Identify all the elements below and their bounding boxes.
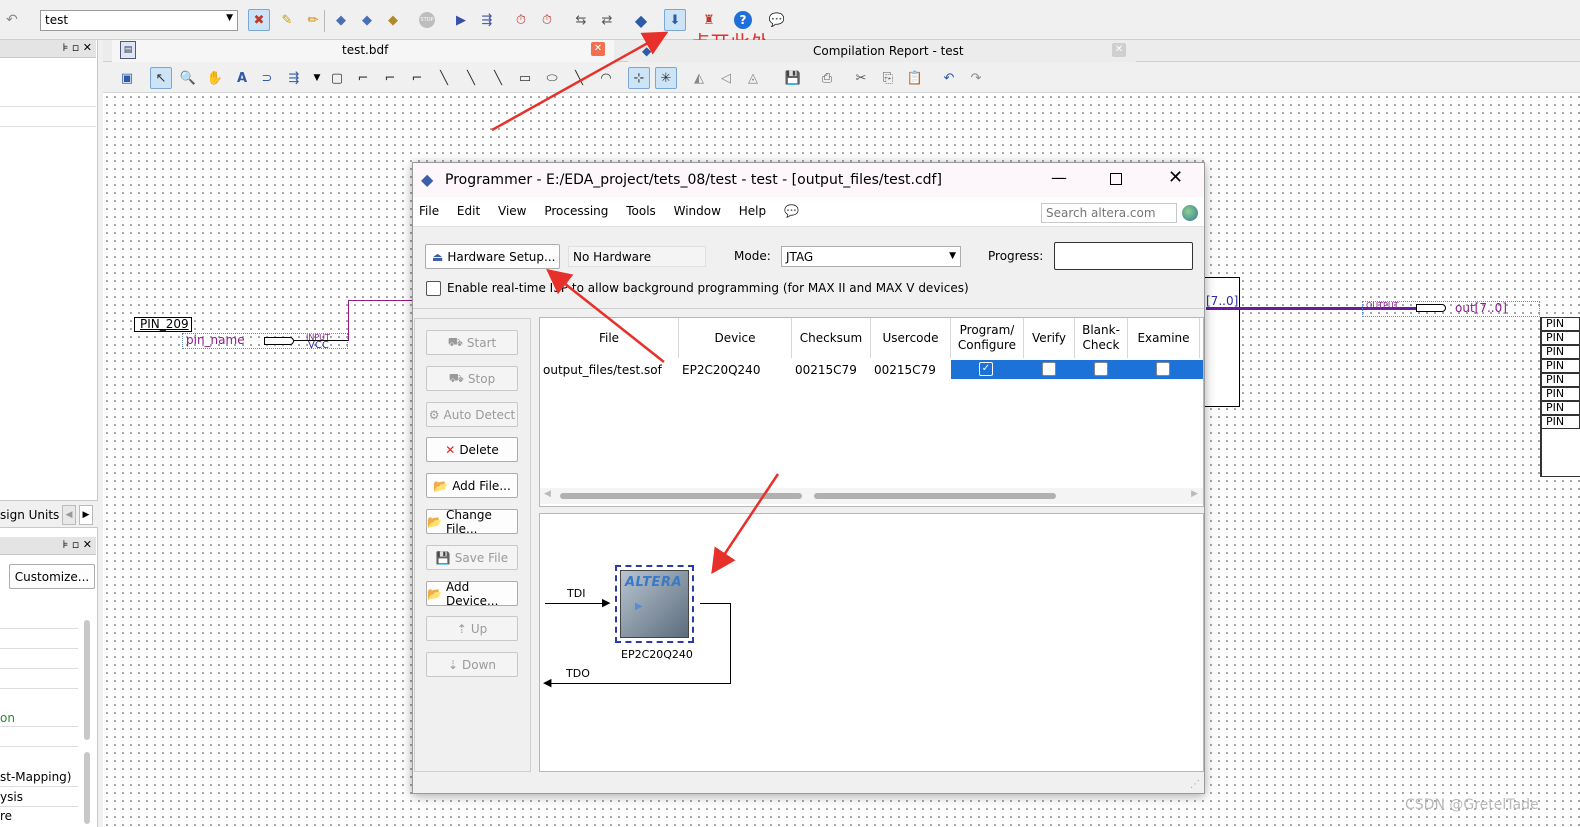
annotation-arrows — [491, 31, 780, 575]
arrow-to-device-chip — [711, 473, 780, 575]
watermark: CSDN @GretelTade — [1405, 797, 1539, 813]
arrow-to-hardware-setup — [546, 268, 665, 363]
arrow-to-programmer-icon — [491, 31, 669, 132]
